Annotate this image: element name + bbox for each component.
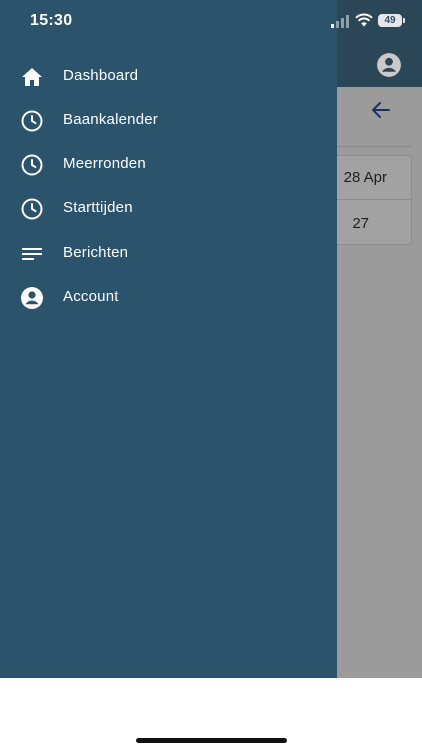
menu-item-baankalender[interactable]: Baankalender <box>0 99 337 143</box>
menu-item-label: Account <box>63 288 119 305</box>
menu-item-label: Dashboard <box>63 67 139 84</box>
menu-item-label: Meerronden <box>63 155 146 172</box>
battery-icon: 49 <box>378 14 402 27</box>
screen: 28 Apr 27 15:30 Dashboard Baankalender M… <box>0 0 422 750</box>
navigation-drawer: 15:30 Dashboard Baankalender Meerronden <box>0 0 337 678</box>
menu-item-berichten[interactable]: Berichten <box>0 232 337 276</box>
signal-icon <box>331 15 349 28</box>
home-indicator[interactable] <box>136 738 287 743</box>
menu-item-meerronden[interactable]: Meerronden <box>0 143 337 187</box>
account-icon[interactable] <box>376 52 402 78</box>
divider <box>336 146 412 147</box>
battery-cap <box>403 18 405 23</box>
menu-item-account[interactable]: Account <box>0 276 337 320</box>
clock-icon <box>21 110 43 132</box>
menu-item-label: Baankalender <box>63 111 158 128</box>
back-arrow-icon[interactable] <box>369 98 393 122</box>
clock-icon <box>21 198 43 220</box>
menu-item-starttijden[interactable]: Starttijden <box>0 187 337 231</box>
wifi-icon <box>355 13 373 27</box>
home-icon <box>22 68 42 86</box>
menu-item-label: Berichten <box>63 244 129 261</box>
clock-icon <box>21 154 43 176</box>
menu-item-dashboard[interactable]: Dashboard <box>0 55 337 99</box>
status-time: 15:30 <box>30 12 73 29</box>
lines-icon <box>22 248 42 260</box>
account-icon <box>21 287 43 309</box>
menu-item-label: Starttijden <box>63 199 133 216</box>
